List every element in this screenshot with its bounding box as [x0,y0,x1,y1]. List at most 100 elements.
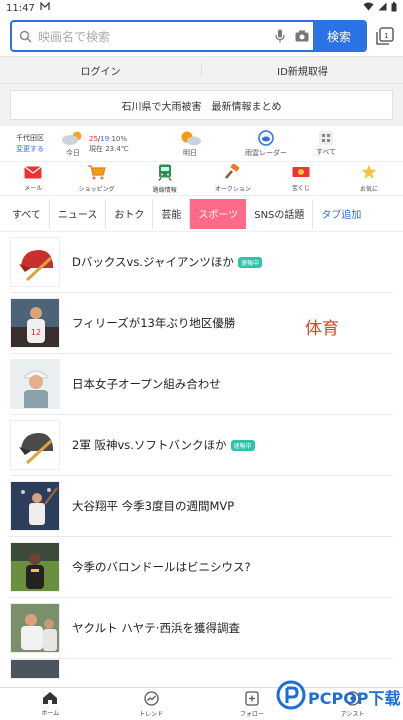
auth-bar: ログイン ID新規取得 [0,56,403,84]
article-title: 2軍 阪神vs.ソフトバンクほか [72,438,227,452]
soccer-player-photo [10,542,60,592]
service-train[interactable]: 路線情報 [131,164,199,194]
home-icon [42,691,58,707]
status-time: 11:47 [6,2,35,14]
service-favorites[interactable]: お気に [335,164,403,193]
signal-icon [378,2,387,14]
weather-tomorrow[interactable]: 明日 [144,130,236,158]
search-bar: 映画名で検索 検索 1 [0,16,403,56]
search-button[interactable]: 検索 [313,22,365,50]
search-icon [12,30,38,43]
city-name: 千代田区 [16,133,44,142]
baseball-helmet-red-icon [10,237,60,287]
gavel-icon [224,163,242,182]
sports-overlay-label: 体育 [305,319,339,339]
sun-cloud-icon [177,130,203,148]
weather-location: 千代田区 変更する [0,133,60,155]
service-label: メール [24,184,43,192]
star-icon [361,164,377,182]
live-badge: 速報中 [237,256,262,268]
category-tabs: すべて ニュース おトク 芸能 スポーツ SNSの話題 タブ追加 [0,196,403,232]
search-placeholder: 映画名で検索 [38,29,111,44]
nav-label: フォロー [239,710,264,718]
pcpop-logo-icon [276,680,306,714]
login-link[interactable]: ログイン [0,57,201,83]
battery-icon [391,1,397,15]
watermark: PCPOP下载 [276,680,401,714]
tab-sports[interactable]: スポーツ [190,198,247,229]
watermark-text: PCPOP下载 [308,689,401,708]
today-low: 19 [100,134,110,143]
baseball-team-photo [10,603,60,653]
service-shortcuts: メール ショッピング 路線情報 オークション 宝くじ お気に [0,162,403,196]
all-label: すべて [315,147,337,156]
rain-radar-button[interactable]: 雨雲レーダー [236,129,296,158]
search-input[interactable]: 映画名で検索 検索 [10,20,367,52]
svg-text:12: 12 [31,328,41,337]
browser-tabs-icon[interactable]: 1 [375,26,395,46]
list-item[interactable]: 大谷翔平 今季3度目の週間MVP [10,476,393,537]
temp-unit: ℃ [120,144,129,153]
list-item[interactable]: 2軍 阪神vs.ソフトバンクほか 速報中 [10,415,393,476]
service-label: お気に [359,186,378,193]
tab-news[interactable]: ニュース [50,198,107,229]
list-item[interactable]: 日本女子オープン組み合わせ [10,354,393,415]
partial-thumbnail [10,659,60,679]
trend-icon [143,690,159,708]
status-bar: 11:47 [0,0,403,16]
shopping-cart-icon [87,164,107,182]
radar-label: 雨雲レーダー [245,148,287,157]
microphone-icon[interactable] [269,29,291,43]
article-title: フィリーズが13年ぶり地区優勝 [72,316,236,330]
camera-icon[interactable] [291,30,313,42]
tab-count: 1 [384,32,388,40]
nav-trend[interactable]: トレンド [101,688,202,720]
register-link[interactable]: ID新規取得 [202,57,403,83]
mail-icon [24,165,43,181]
service-mail[interactable]: メール [4,165,63,192]
article-title: Dバックスvs.ジャイアンツほか [72,255,234,269]
service-auction[interactable]: オークション [199,163,267,193]
grid-icon [319,130,333,147]
baseball-player-photo: 12 [10,298,60,348]
tab-deals[interactable]: おトク [106,198,154,229]
service-lottery[interactable]: 宝くじ [267,165,335,192]
service-shopping[interactable]: ショッピング [63,164,131,193]
article-title: ヤクルト ハヤテ·西浜を獲得調査 [72,621,240,635]
golfer-photo [10,359,60,409]
banner-area: 石川県で大雨被害 最新情報まとめ [0,84,403,126]
service-label: オークション [214,186,251,193]
baseball-batter-photo [10,481,60,531]
nav-label: ホーム [41,710,60,717]
change-location-link[interactable]: 変更する [0,144,60,155]
train-icon [158,164,172,183]
wifi-icon [363,2,374,14]
lottery-icon [292,165,310,181]
article-list: Dバックスvs.ジャイアンツほか 速報中 12 フィリーズが13年ぶり地区優勝 日… [0,232,403,689]
weather-today[interactable]: 今日 25/19 10% 現在 23.4℃ [60,130,144,158]
service-label: 宝くじ [291,185,310,192]
baseball-helmet-dark-icon [10,420,60,470]
tomorrow-label: 明日 [183,148,197,157]
app-screen: 11:47 映画名で検索 検索 1 ログイン ID新規取得 石川県で大雨被害 最… [0,0,403,720]
tab-sns[interactable]: SNSの話題 [246,198,314,229]
breaking-news-banner[interactable]: 石川県で大雨被害 最新情報まとめ [10,90,393,120]
add-tab-button[interactable]: タブ追加 [313,199,369,229]
nav-home[interactable]: ホーム [0,688,101,720]
radar-icon [258,129,274,148]
cloudy-sun-icon [60,130,86,148]
tab-all[interactable]: すべて [4,198,50,229]
today-current: 現在 23.4 [89,144,121,153]
list-item[interactable]: Dバックスvs.ジャイアンツほか 速報中 [10,232,393,293]
list-item[interactable]: ヤクルト ハヤテ·西浜を獲得調査 [10,598,393,659]
today-high: 25 [89,134,98,143]
follow-icon [245,690,259,708]
nav-label: トレンド [139,710,164,718]
service-label: ショッピング [78,185,115,193]
weather-widget[interactable]: 千代田区 変更する 今日 25/19 10% 現在 23.4℃ 明日 雨雲レーダ… [0,126,403,162]
article-title: 今季のバロンドールはビニシウス? [72,560,251,574]
article-title: 日本女子オープン組み合わせ [72,377,221,391]
weather-all-button[interactable]: すべて [296,130,356,157]
tab-entertainment[interactable]: 芸能 [153,198,191,229]
list-item[interactable]: 今季のバロンドールはビニシウス? [10,537,393,598]
